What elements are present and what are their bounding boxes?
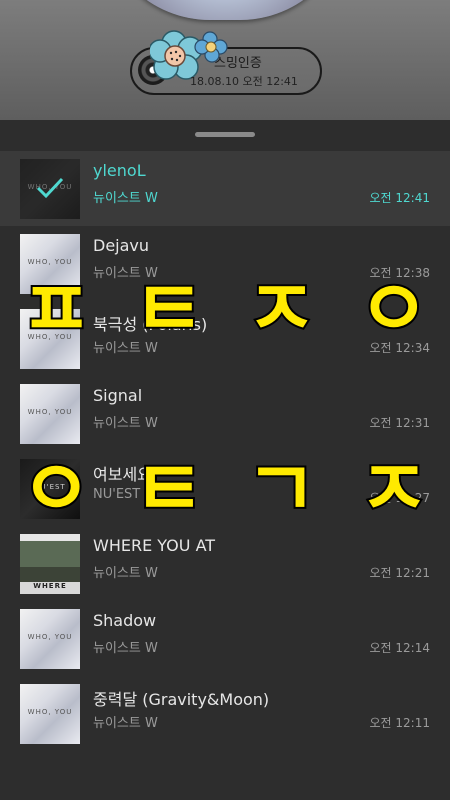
streaming-cert-badge: 스밍인증 18.08.10 오전 12:41 xyxy=(130,30,322,95)
overlay-char: ㅌ xyxy=(131,443,207,537)
song-title: 중력달 (Gravity&Moon) xyxy=(93,690,270,709)
song-artist: 뉴이스트 W xyxy=(93,716,158,731)
drag-handle[interactable] xyxy=(195,132,255,137)
overlay-char: ㅇ xyxy=(356,263,432,357)
song-title: Signal xyxy=(93,386,143,405)
song-time: 오전 12:41 xyxy=(369,191,430,205)
album-thumbnail: WHO, YOU xyxy=(20,684,80,744)
song-artist: 뉴이스트 W xyxy=(93,641,158,656)
album-thumbnail: WHO, YOU xyxy=(20,609,80,669)
overlay-char: ㅌ xyxy=(131,263,207,357)
album-art-label: WHERE xyxy=(33,582,67,590)
overlay-caption-line-1: ㅍ ㅌ ㅈ ㅇ xyxy=(0,255,450,357)
album-art-label: WHO, YOU xyxy=(27,408,73,416)
check-icon xyxy=(20,159,80,219)
song-row-8[interactable]: WHO, YOU 중력달 (Gravity&Moon) 뉴이스트 W 오전 12… xyxy=(0,676,450,751)
song-artist: 뉴이스트 W xyxy=(93,191,158,206)
album-thumbnail: WHERE xyxy=(20,534,80,594)
album-thumbnail: WHO, YOU xyxy=(20,159,80,219)
overlay-char: ㄱ xyxy=(243,443,319,537)
song-artist: 뉴이스트 W xyxy=(93,566,158,581)
song-title: ylenoL xyxy=(93,161,146,180)
album-cover-disc xyxy=(100,0,350,20)
song-time: 오전 12:11 xyxy=(369,716,430,730)
cert-datetime: 18.08.10 오전 12:41 xyxy=(190,75,298,88)
album-art-label: WHO, YOU xyxy=(27,708,73,716)
song-row-7[interactable]: WHO, YOU Shadow 뉴이스트 W 오전 12:14 xyxy=(0,601,450,676)
overlay-char: ㅈ xyxy=(243,263,319,357)
overlay-char: ㅍ xyxy=(18,263,94,357)
overlay-char: ㅈ xyxy=(356,443,432,537)
song-time: 오전 12:14 xyxy=(369,641,430,655)
album-art-label: WHO, YOU xyxy=(27,633,73,641)
overlay-char: ㅇ xyxy=(18,443,94,537)
song-row-1[interactable]: WHO, YOU ylenoL 뉴이스트 W 오전 12:41 xyxy=(0,151,450,226)
song-title: Shadow xyxy=(93,611,157,630)
header-area: 스밍인증 18.08.10 오전 12:41 xyxy=(0,0,450,120)
overlay-caption-line-2: ㅇ ㅌ ㄱ ㅈ xyxy=(0,435,450,537)
cert-label: 스밍인증 xyxy=(214,56,262,71)
song-time: 오전 12:21 xyxy=(369,566,430,580)
